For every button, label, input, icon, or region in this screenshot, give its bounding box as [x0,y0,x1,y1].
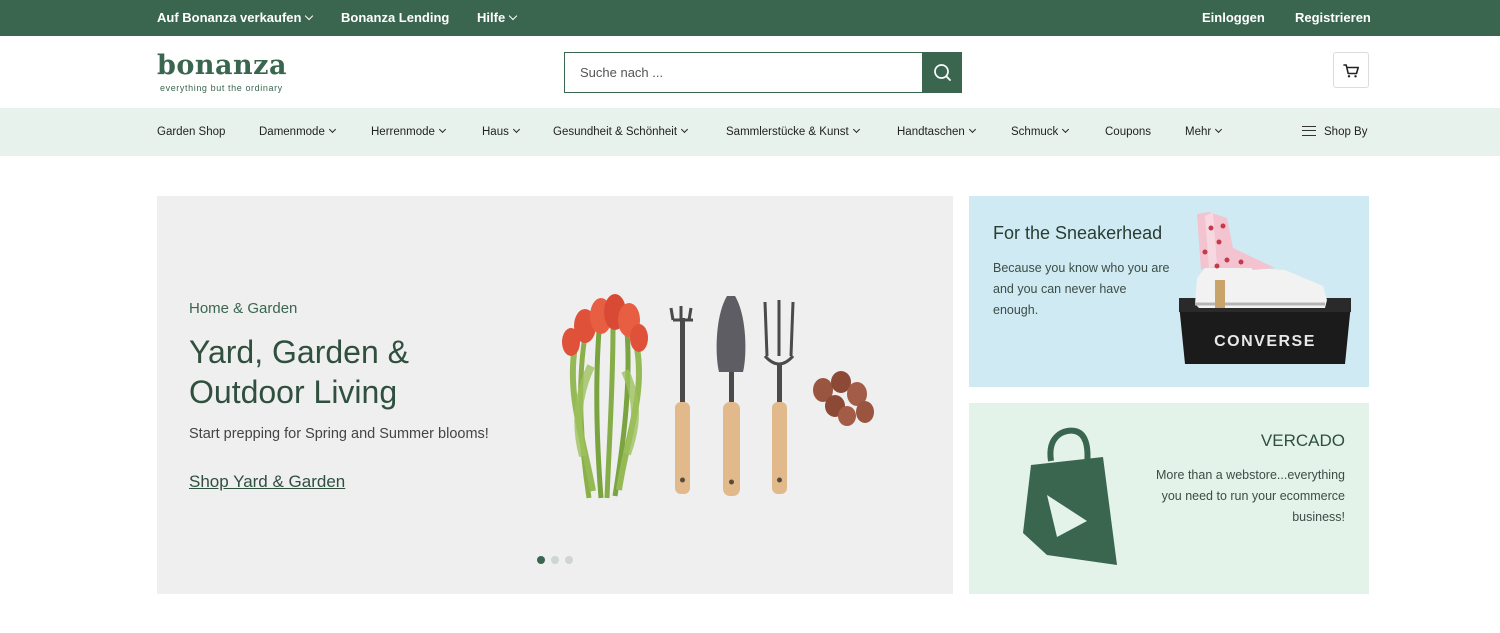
sneakerhead-text: Because you know who you are and you can… [993,261,1170,317]
chevron-down-icon [968,125,976,134]
chevron-down-icon [328,125,336,134]
help-menu[interactable]: Hilfe [477,0,518,36]
hero-eyebrow: Home & Garden [189,300,298,317]
logo-wordmark: bonanza [157,50,287,81]
search-box [564,52,922,93]
bonanza-logo[interactable]: bonanza everything but the ordinary [157,50,297,96]
tulip-bouquet [562,294,648,499]
carousel-dot-3[interactable] [565,556,573,564]
chevron-down-icon [508,11,518,21]
vercado-text: More than a webstore...everything you ne… [1156,468,1345,524]
sell-on-bonanza-menu[interactable]: Auf Bonanza verkaufen [157,0,314,36]
vercado-card[interactable]: VERCADO More than a webstore...everythin… [969,403,1369,594]
nav-coupons[interactable]: Coupons [1105,108,1151,156]
chevron-down-icon [438,125,446,134]
search-button[interactable] [922,52,962,93]
trowel [716,296,746,496]
nav-damenmode[interactable]: Damenmode [259,108,336,156]
nav-label: Damenmode [259,126,325,138]
search-input[interactable] [565,53,922,92]
nav-label: Sammlerstücke & Kunst [726,126,849,138]
nav-haus[interactable]: Haus [482,108,520,156]
chevron-down-icon [852,125,860,134]
hero-subtitle: Start prepping for Spring and Summer blo… [189,426,489,442]
site-header: bonanza everything but the ordinary [0,36,1500,108]
bonanza-lending-link[interactable]: Bonanza Lending [341,0,449,36]
help-label: Hilfe [477,10,506,25]
chevron-down-icon [512,125,520,134]
chevron-down-icon [305,11,314,21]
tulip-bulbs [813,371,874,426]
nav-schmuck[interactable]: Schmuck [1011,108,1070,156]
sneakerhead-card[interactable]: For the Sneakerhead Because you know who… [969,196,1369,387]
garden-tools-image [562,294,874,499]
nav-herrenmode[interactable]: Herrenmode [371,108,446,156]
nav-label: Garden Shop [157,126,226,138]
nav-label: Haus [482,126,509,138]
nav-label: Handtaschen [897,126,965,138]
carousel-dot-2[interactable] [551,556,559,564]
converse-sneaker-image: CONVERSE [1179,212,1351,364]
carousel-dot-1[interactable] [537,556,545,564]
shop-yard-garden-link[interactable]: Shop Yard & Garden [189,472,345,492]
nav-label: Herrenmode [371,126,435,138]
hero-title: Yard, Garden & Outdoor Living [189,334,409,410]
login-label: Einloggen [1202,10,1265,25]
chevron-down-icon [1062,125,1070,134]
vercado-title: VERCADO [1260,431,1345,450]
register-link[interactable]: Registrieren [1295,0,1371,36]
shopping-bag-icon [1023,427,1117,565]
chevron-down-icon [680,125,689,134]
top-bar: Auf Bonanza verkaufen Bonanza Lending Hi… [0,0,1500,36]
register-label: Registrieren [1295,10,1371,25]
lending-label: Bonanza Lending [341,10,450,25]
sneakerhead-title: For the Sneakerhead [993,223,1163,243]
nav-label: Gesundheit & Schönheit [553,126,678,138]
nav-label: Coupons [1105,126,1152,138]
hamburger-icon [1302,126,1316,136]
nav-handtaschen[interactable]: Handtaschen [897,108,976,156]
cart-icon [1343,64,1359,78]
nav-garden-shop[interactable]: Garden Shop [157,108,225,156]
hand-fork [763,300,795,494]
login-link[interactable]: Einloggen [1202,0,1265,36]
category-nav: Garden Shop Damenmode Herrenmode Haus Ge… [0,108,1500,156]
sell-label: Auf Bonanza verkaufen [157,10,302,25]
shop-by-button[interactable]: Shop By [1302,108,1367,156]
nav-label: Mehr [1185,126,1212,138]
nav-sammlerstuecke-kunst[interactable]: Sammlerstücke & Kunst [726,108,860,156]
search-icon [934,64,951,81]
nav-gesundheit-schoenheit[interactable]: Gesundheit & Schönheit [553,108,689,156]
hero-banner: Home & Garden Yard, Garden & Outdoor Liv… [157,196,953,594]
logo-tagline: everything but the ordinary [160,83,283,93]
nav-label: Schmuck [1011,126,1059,138]
shop-by-label: Shop By [1324,126,1368,138]
chevron-down-icon [1215,125,1223,134]
nav-mehr[interactable]: Mehr [1185,108,1223,156]
hand-cultivator [669,306,693,494]
converse-box-label: CONVERSE [1214,333,1316,350]
cart-button[interactable] [1333,52,1369,88]
